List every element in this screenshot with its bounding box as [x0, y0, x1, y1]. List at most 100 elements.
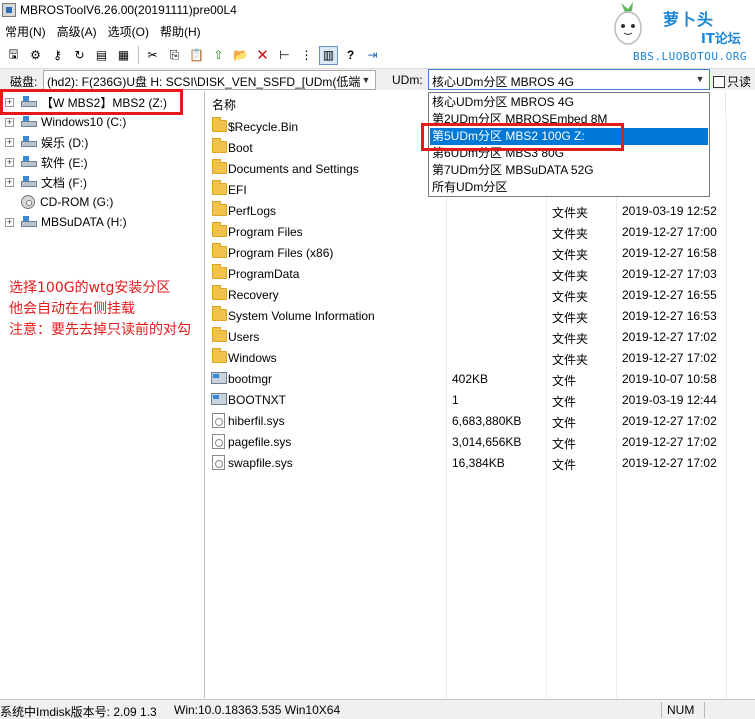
- readonly-checkbox[interactable]: 只读: [713, 73, 751, 90]
- file-row[interactable]: System Volume Information 文件夹 2019-12-27 1…: [206, 305, 755, 326]
- expand-placeholder: [5, 198, 14, 207]
- drive-icon: [21, 136, 37, 148]
- cd-rom-icon: [21, 195, 35, 209]
- file-size: 1: [452, 393, 459, 407]
- file-date: 2019-03-19 12:52: [622, 204, 717, 218]
- file-name: bootmgr: [228, 372, 273, 386]
- file-size: 3,014,656KB: [452, 435, 522, 449]
- tree-view-icon[interactable]: ⊢: [275, 46, 294, 65]
- file-type: 文件夹: [552, 353, 589, 367]
- copy-icon[interactable]: ⎘: [165, 46, 184, 65]
- file-row[interactable]: BOOTNXT 1 文件 2019-03-19 12:44: [206, 389, 755, 410]
- new-folder-icon[interactable]: 📂: [231, 46, 250, 65]
- menu-options[interactable]: 选项(O): [103, 23, 155, 40]
- file-type: 文件: [552, 374, 577, 388]
- file-row[interactable]: Recovery 文件夹 2019-12-27 16:55: [206, 284, 755, 305]
- drive-icon: [21, 156, 37, 168]
- file-row[interactable]: swapfile.sys 16,384KB 文件 2019-12-27 17:02: [206, 452, 755, 473]
- note-line: 注意：要先去掉只读前的对勾: [9, 322, 191, 338]
- udm-option[interactable]: 所有UDm分区: [430, 179, 708, 196]
- file-name: EFI: [228, 183, 247, 197]
- file-date: 2019-12-27 17:02: [622, 330, 717, 344]
- file-row[interactable]: pagefile.sys 3,014,656KB 文件 2019-12-27 17:0…: [206, 431, 755, 452]
- file-name: Recovery: [228, 288, 279, 302]
- tree-item-f[interactable]: + 文档 (F:): [0, 172, 87, 192]
- folder-icon: [212, 243, 227, 258]
- paste-icon[interactable]: 📋: [187, 46, 206, 65]
- udm-option[interactable]: 第7UDm分区 MBSuDATA 52G: [430, 162, 708, 179]
- delete-icon[interactable]: ✕: [253, 46, 272, 65]
- system-file-icon: [212, 455, 225, 470]
- file-name: Documents and Settings: [228, 162, 359, 176]
- help-icon[interactable]: ?: [341, 46, 360, 65]
- tree-item-h[interactable]: + MBSuDATA (H:): [0, 212, 127, 232]
- disk-select-value: (hd2): F(236G)U盘 H: SCSI\DISK_VEN_SSFD_[…: [47, 75, 361, 89]
- system-file-icon: [212, 413, 225, 428]
- file-row[interactable]: Users 文件夹 2019-12-27 17:02: [206, 326, 755, 347]
- readonly-label: 只读: [727, 75, 752, 89]
- tree-item-e[interactable]: + 软件 (E:): [0, 152, 88, 172]
- expand-icon[interactable]: +: [5, 117, 14, 127]
- settings-icon[interactable]: ⚙: [26, 46, 45, 65]
- list-icon[interactable]: ▤: [92, 46, 111, 65]
- folder-icon: [212, 180, 227, 195]
- file-name: hiberfil.sys: [228, 414, 285, 428]
- grid-icon[interactable]: ▦: [114, 46, 133, 65]
- file-row[interactable]: PerfLogs 文件夹 2019-03-19 12:52: [206, 200, 755, 221]
- folder-up-icon[interactable]: ⇧: [209, 46, 228, 65]
- chevron-down-icon: ▼: [695, 74, 705, 84]
- udm-select[interactable]: 核心UDm分区 MBROS 4G ▼: [428, 69, 710, 90]
- list-view-icon[interactable]: ▥: [319, 45, 338, 65]
- column-name-label: 名称: [212, 98, 237, 112]
- folder-icon: [212, 117, 227, 132]
- toolbar: 🖫 ⚙ ⚷ ↻ ▤ ▦ ✂ ⎘ 📋 ⇧ 📂 ✕ ⊢ ⋮ ▥ ? ⇥: [0, 43, 600, 67]
- file-row[interactable]: Windows 文件夹 2019-12-27 17:02: [206, 347, 755, 368]
- status-separator: [661, 702, 662, 718]
- tree-item-label: MBSuDATA (H:): [41, 215, 127, 229]
- expand-icon[interactable]: +: [5, 157, 14, 167]
- exit-icon[interactable]: ⇥: [363, 46, 382, 65]
- highlight-box-tree: [0, 89, 183, 115]
- folder-icon: [212, 306, 227, 321]
- expand-icon[interactable]: +: [5, 217, 14, 227]
- menu-common[interactable]: 常用(N): [0, 23, 52, 40]
- status-separator: [704, 702, 705, 718]
- folder-icon: [212, 264, 227, 279]
- file-name: Windows: [228, 351, 277, 365]
- mascot-icon: [614, 2, 642, 45]
- tree-item-c[interactable]: + Windows10 (C:): [0, 112, 126, 132]
- note-line: 他会自动在右侧挂载: [9, 301, 135, 317]
- details-view-icon[interactable]: ⋮: [297, 46, 316, 65]
- disk-select[interactable]: (hd2): F(236G)U盘 H: SCSI\DISK_VEN_SSFD_[…: [43, 70, 376, 90]
- save-icon[interactable]: 🖫: [4, 46, 23, 65]
- column-header-name[interactable]: 名称: [206, 92, 446, 114]
- file-name: BOOTNXT: [228, 393, 287, 407]
- file-type: 文件夹: [552, 227, 589, 241]
- file-name: Program Files: [228, 225, 303, 239]
- file-row[interactable]: hiberfil.sys 6,683,880KB 文件 2019-12-27 17:0…: [206, 410, 755, 431]
- expand-icon[interactable]: +: [5, 137, 14, 147]
- file-row[interactable]: Program Files (x86) 文件夹 2019-12-27 16:58: [206, 242, 755, 263]
- file-row[interactable]: Program Files 文件夹 2019-12-27 17:00: [206, 221, 755, 242]
- cut-icon[interactable]: ✂: [143, 46, 162, 65]
- udm-option[interactable]: 核心UDm分区 MBROS 4G: [430, 94, 708, 111]
- tree-item-label: Windows10 (C:): [41, 115, 127, 129]
- menu-advanced[interactable]: 高级(A): [52, 23, 103, 40]
- file-type: 文件夹: [552, 290, 589, 304]
- refresh-icon[interactable]: ↻: [70, 46, 89, 65]
- key-icon[interactable]: ⚷: [48, 46, 67, 65]
- file-row[interactable]: ProgramData 文件夹 2019-12-27 17:03: [206, 263, 755, 284]
- forum-logo: 萝卜头 IT论坛 BBS.LUOBOTOU.ORG: [605, 0, 755, 66]
- tree-item-label: 文档 (F:): [41, 175, 87, 190]
- expand-icon[interactable]: +: [5, 177, 14, 187]
- drive-tree-pane: + 【W MBS2】MBS2 (Z:) + Windows10 (C:) + 娱…: [0, 91, 205, 698]
- drive-bar: 磁盘: (hd2): F(236G)U盘 H: SCSI\DISK_VEN_SS…: [0, 68, 755, 90]
- tree-item-g[interactable]: CD-ROM (G:): [0, 192, 113, 212]
- file-row[interactable]: bootmgr 402KB 文件 2019-10-07 10:58: [206, 368, 755, 389]
- tree-item-d[interactable]: + 娱乐 (D:): [0, 132, 88, 152]
- menu-help[interactable]: 帮助(H): [155, 23, 207, 40]
- checkbox-box[interactable]: [713, 75, 725, 88]
- file-name: $Recycle.Bin: [228, 120, 299, 134]
- file-size: 16,384KB: [452, 456, 505, 470]
- file-date: 2019-12-27 16:53: [622, 309, 717, 323]
